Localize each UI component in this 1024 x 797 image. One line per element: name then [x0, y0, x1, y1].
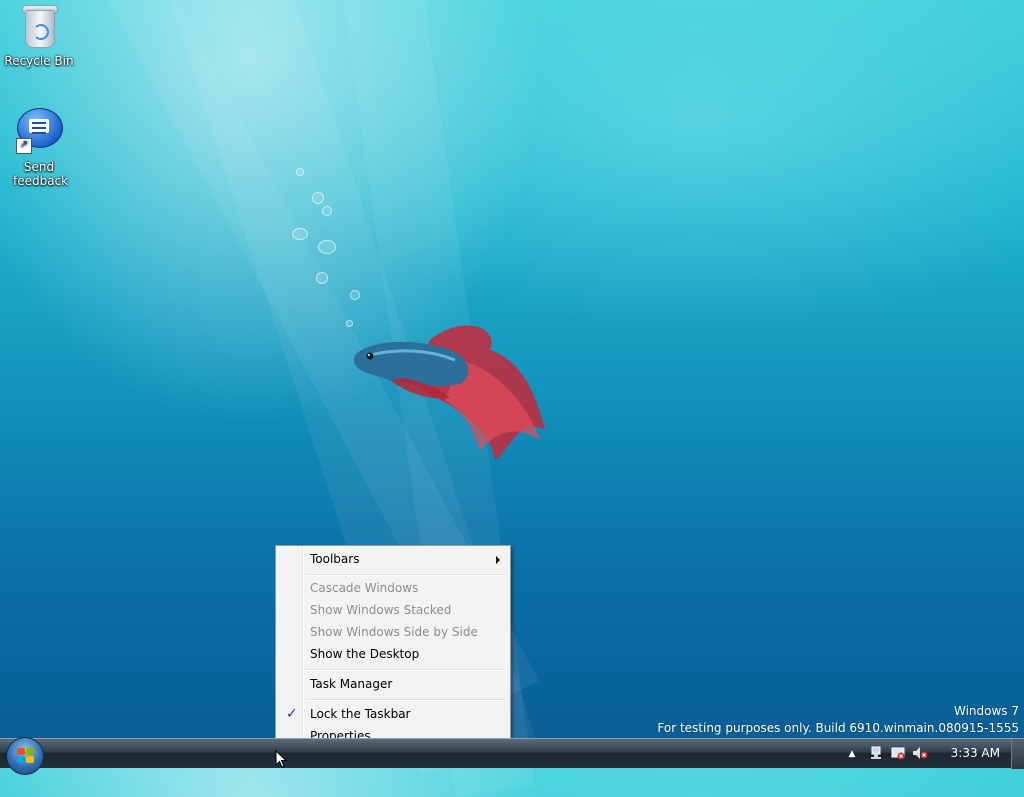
- windows-version-label: Windows 7: [953, 704, 1019, 718]
- menu-item-task-manager[interactable]: Task Manager: [278, 673, 508, 695]
- menu-separator: [306, 699, 506, 701]
- action-center-icon[interactable]: [890, 746, 906, 762]
- menu-item-label: Show Windows Stacked: [310, 603, 452, 617]
- menu-item-label: Lock the Taskbar: [310, 707, 411, 721]
- menu-item-show-windows-side-by-side[interactable]: Show Windows Side by Side: [278, 621, 508, 643]
- system-tray: ▲ 3:33 AM: [844, 739, 1024, 769]
- submenu-arrow-icon: [496, 556, 500, 564]
- mouse-cursor-icon: [275, 750, 287, 768]
- desktop-icon-recycle-bin[interactable]: Recycle Bin: [1, 2, 77, 68]
- recycle-bin-icon: [22, 2, 58, 48]
- desktop-icon-label: Send feedback: [13, 160, 69, 188]
- clock[interactable]: 3:33 AM: [951, 746, 1000, 760]
- show-desktop-button[interactable]: [1011, 739, 1024, 769]
- taskbar-context-menu: Toolbars Cascade Windows Show Windows St…: [275, 545, 511, 749]
- menu-item-label: Cascade Windows: [310, 581, 419, 595]
- menu-item-label: Task Manager: [310, 677, 393, 691]
- feedback-icon: ↗: [16, 108, 63, 154]
- volume-muted-icon[interactable]: [912, 746, 928, 762]
- menu-separator: [306, 669, 506, 671]
- checkmark-icon: ✓: [286, 706, 298, 722]
- show-hidden-icons-icon[interactable]: ▲: [844, 746, 860, 762]
- desktop-icon-send-feedback[interactable]: ↗ Send feedback: [1, 108, 77, 188]
- windows-logo-icon: [17, 748, 35, 764]
- menu-item-show-windows-stacked[interactable]: Show Windows Stacked: [278, 599, 508, 621]
- desktop-icon-label: Recycle Bin: [4, 54, 74, 68]
- menu-item-toolbars[interactable]: Toolbars: [278, 548, 508, 570]
- menu-separator: [306, 574, 506, 576]
- menu-item-show-the-desktop[interactable]: Show the Desktop: [278, 643, 508, 665]
- build-info-label: For testing purposes only. Build 6910.wi…: [657, 721, 1019, 735]
- menu-item-label: Show the Desktop: [310, 647, 420, 661]
- start-button[interactable]: [6, 737, 44, 775]
- taskbar[interactable]: ▲ 3:33 AM: [0, 737, 1024, 775]
- shortcut-arrow-icon: ↗: [16, 138, 32, 154]
- menu-item-lock-the-taskbar[interactable]: ✓ Lock the Taskbar: [278, 703, 508, 725]
- network-icon[interactable]: [868, 746, 884, 762]
- menu-item-cascade-windows[interactable]: Cascade Windows: [278, 577, 508, 599]
- menu-item-label: Show Windows Side by Side: [310, 625, 478, 639]
- menu-item-label: Toolbars: [310, 552, 360, 566]
- betta-fish-illustration: [353, 325, 545, 460]
